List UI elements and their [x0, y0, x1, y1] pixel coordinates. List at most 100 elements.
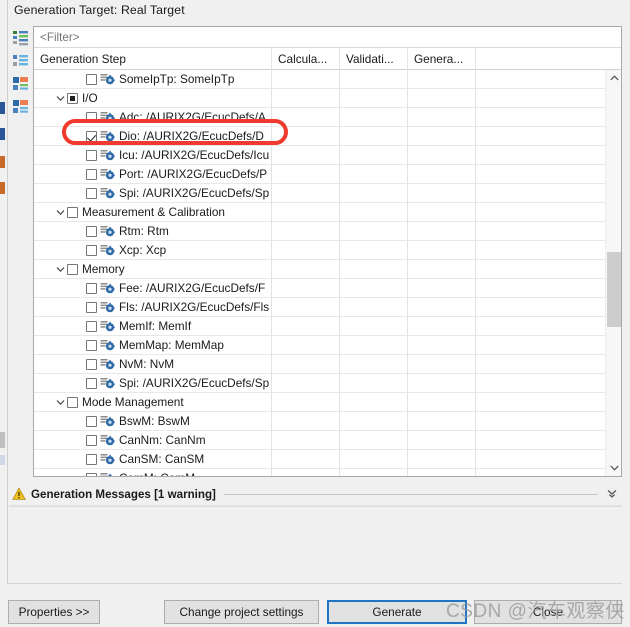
table-row[interactable]: Port: /AURIX2G/EcucDefs/P	[34, 165, 605, 184]
tree-node[interactable]: Xcp: Xcp	[34, 241, 272, 259]
table-row[interactable]: NvM: NvM	[34, 355, 605, 374]
cell-spacer	[476, 146, 605, 164]
table-row[interactable]: Memory	[34, 260, 605, 279]
table-row[interactable]: Fls: /AURIX2G/EcucDefs/Fls	[34, 298, 605, 317]
warning-icon	[12, 487, 26, 501]
table-row[interactable]: Measurement & Calibration	[34, 203, 605, 222]
table-row[interactable]: MemMap: MemMap	[34, 336, 605, 355]
node-checkbox[interactable]	[86, 339, 97, 351]
table-row[interactable]: Fee: /AURIX2G/EcucDefs/F	[34, 279, 605, 298]
table-row[interactable]: Dio: /AURIX2G/EcucDefs/D	[34, 127, 605, 146]
column-header-generation-step[interactable]: Generation Step	[34, 48, 272, 70]
column-header-calculation[interactable]: Calcula...	[272, 48, 340, 70]
node-checkbox[interactable]	[86, 377, 97, 389]
node-checkbox[interactable]	[67, 92, 78, 104]
node-checkbox[interactable]	[86, 453, 97, 465]
table-row[interactable]: Mode Management	[34, 393, 605, 412]
scroll-down-icon[interactable]	[606, 460, 622, 476]
tree-node[interactable]: Adc: /AURIX2G/EcucDefs/A	[34, 108, 272, 126]
node-checkbox[interactable]	[86, 130, 97, 142]
node-checkbox[interactable]	[67, 206, 78, 218]
column-header-validation[interactable]: Validati...	[340, 48, 408, 70]
chevron-double-down-icon[interactable]	[606, 487, 620, 501]
table-row[interactable]: MemIf: MemIf	[34, 317, 605, 336]
table-row[interactable]: ComM: ComM	[34, 469, 605, 476]
tree-node[interactable]: ComM: ComM	[34, 469, 272, 476]
node-checkbox[interactable]	[86, 111, 97, 123]
node-checkbox[interactable]	[86, 472, 97, 476]
tree-node[interactable]: Measurement & Calibration	[34, 203, 272, 221]
node-checkbox[interactable]	[86, 244, 97, 256]
node-checkbox[interactable]	[86, 415, 97, 427]
node-checkbox[interactable]	[86, 168, 97, 180]
node-checkbox[interactable]	[86, 225, 97, 237]
cell-validation	[340, 108, 408, 126]
tree-node[interactable]: Spi: /AURIX2G/EcucDefs/Sp	[34, 184, 272, 202]
tree-node[interactable]: I/O	[34, 89, 272, 107]
table-row[interactable]: Xcp: Xcp	[34, 241, 605, 260]
tree-node[interactable]: MemMap: MemMap	[34, 336, 272, 354]
collapse-all-icon[interactable]	[8, 49, 33, 72]
tree-node[interactable]: NvM: NvM	[34, 355, 272, 373]
chevron-down-icon[interactable]	[54, 203, 67, 221]
column-header-generation[interactable]: Genera...	[408, 48, 476, 70]
expand-all-icon[interactable]	[8, 26, 33, 49]
chevron-down-icon[interactable]	[54, 393, 67, 411]
node-checkbox[interactable]	[86, 320, 97, 332]
node-checkbox[interactable]	[86, 187, 97, 199]
table-row[interactable]: BswM: BswM	[34, 412, 605, 431]
cell-calculation	[272, 336, 340, 354]
generate-button[interactable]: Generate	[327, 600, 467, 624]
tree-node[interactable]: CanNm: CanNm	[34, 431, 272, 449]
tree-node[interactable]: BswM: BswM	[34, 412, 272, 430]
select-all-icon[interactable]	[8, 72, 33, 95]
table-row[interactable]: Spi: /AURIX2G/EcucDefs/Sp	[34, 374, 605, 393]
node-checkbox[interactable]	[86, 358, 97, 370]
node-checkbox[interactable]	[86, 301, 97, 313]
cell-calculation	[272, 89, 340, 107]
node-checkbox[interactable]	[86, 73, 97, 85]
table-row[interactable]: SomeIpTp: SomeIpTp	[34, 70, 605, 89]
tree-node[interactable]: Fls: /AURIX2G/EcucDefs/Fls	[34, 298, 272, 316]
tree-node[interactable]: MemIf: MemIf	[34, 317, 272, 335]
chevron-down-icon[interactable]	[54, 89, 67, 107]
cell-validation	[340, 393, 408, 411]
filter-row[interactable]	[34, 27, 621, 48]
cell-validation	[340, 336, 408, 354]
scroll-up-icon[interactable]	[606, 70, 622, 86]
node-checkbox[interactable]	[86, 434, 97, 446]
node-checkbox[interactable]	[86, 282, 97, 294]
node-checkbox[interactable]	[86, 149, 97, 161]
filter-input[interactable]	[34, 29, 594, 45]
close-button[interactable]: Close	[474, 600, 622, 624]
tree-node[interactable]: Spi: /AURIX2G/EcucDefs/Sp	[34, 374, 272, 392]
table-row[interactable]: Rtm: Rtm	[34, 222, 605, 241]
tree-node[interactable]: CanSM: CanSM	[34, 450, 272, 468]
cell-generation	[408, 184, 476, 202]
table-row[interactable]: I/O	[34, 89, 605, 108]
tree-node[interactable]: Mode Management	[34, 393, 272, 411]
tree-node[interactable]: SomeIpTp: SomeIpTp	[34, 70, 272, 88]
table-row[interactable]: Spi: /AURIX2G/EcucDefs/Sp	[34, 184, 605, 203]
tree-node[interactable]: Icu: /AURIX2G/EcucDefs/Icu	[34, 146, 272, 164]
node-checkbox[interactable]	[67, 263, 78, 275]
table-row[interactable]: Icu: /AURIX2G/EcucDefs/Icu	[34, 146, 605, 165]
tree-node[interactable]: Fee: /AURIX2G/EcucDefs/F	[34, 279, 272, 297]
properties-button[interactable]: Properties >>	[8, 600, 100, 624]
cell-spacer	[476, 336, 605, 354]
table-row[interactable]: Adc: /AURIX2G/EcucDefs/A	[34, 108, 605, 127]
tree-vertical-scrollbar[interactable]	[605, 70, 621, 476]
table-row[interactable]: CanSM: CanSM	[34, 450, 605, 469]
tree-node[interactable]: Dio: /AURIX2G/EcucDefs/D	[34, 127, 272, 145]
tree-node[interactable]: Rtm: Rtm	[34, 222, 272, 240]
chevron-down-icon[interactable]	[54, 260, 67, 278]
tree-node[interactable]: Memory	[34, 260, 272, 278]
deselect-all-icon[interactable]	[8, 95, 33, 118]
scrollbar-thumb[interactable]	[607, 252, 621, 327]
table-row[interactable]: CanNm: CanNm	[34, 431, 605, 450]
tree-node[interactable]: Port: /AURIX2G/EcucDefs/P	[34, 165, 272, 183]
node-checkbox[interactable]	[67, 396, 78, 408]
generation-messages-header[interactable]: Generation Messages [1 warning]	[8, 484, 622, 504]
divider-rule	[223, 493, 598, 495]
change-project-settings-button[interactable]: Change project settings	[164, 600, 319, 624]
